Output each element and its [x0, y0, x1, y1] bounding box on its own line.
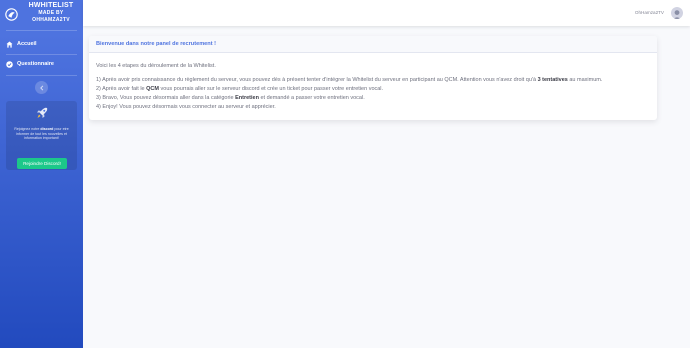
check-circle-icon [6, 60, 13, 68]
intro-text: Voici les 4 etapes du déroulement de la … [96, 63, 216, 69]
user-name[interactable]: OhHamza2TV [635, 10, 664, 15]
brand-text: HWHITELIST MADE BY OHHAMZA2TV [22, 2, 80, 25]
sidebar: HWHITELIST MADE BY OHHAMZA2TV Accueil Qu… [0, 0, 83, 348]
home-icon [6, 40, 13, 48]
sidebar-item-accueil[interactable]: Accueil [0, 37, 83, 51]
sidebar-toggle-button[interactable] [35, 81, 48, 94]
sidebar-item-label: Accueil [17, 41, 37, 47]
rocket-icon [37, 107, 48, 118]
sidebar-item-questionnaire[interactable]: Questionnaire [0, 57, 83, 71]
step-2: 2) Après avoir fait le QCM vous pourrais… [96, 86, 384, 92]
card-body: Voici les 4 etapes du déroulement de la … [96, 62, 652, 112]
logo-icon [5, 8, 18, 21]
welcome-card: Bienvenue dans notre panel de recrutemen… [89, 36, 657, 120]
user-icon [673, 10, 681, 19]
step-3: 3) Bravo, Vous pouvez désormais aller da… [96, 95, 365, 101]
sidebar-divider [6, 30, 77, 31]
sidebar-brand[interactable]: HWHITELIST MADE BY OHHAMZA2TV [0, 2, 83, 26]
sidebar-item-label: Questionnaire [17, 61, 54, 67]
card-title: Bienvenue dans notre panel de recrutemen… [96, 41, 216, 47]
brand-title: HWHITELIST [28, 2, 74, 9]
sidebar-divider [6, 75, 77, 76]
sidebar-card-text: Rejoignez notre discord pour etre inform… [14, 127, 69, 141]
step-1: 1) Après avoir pris connaissance du règl… [96, 77, 603, 83]
brand-author: OHHAMZA2TV [32, 17, 70, 23]
sidebar-divider [6, 54, 77, 55]
topbar: OhHamza2TV [83, 0, 690, 26]
brand-subtitle: MADE BY [38, 9, 64, 16]
step-4: 4) Enjoy! Vous pouvez désormais vous con… [96, 104, 276, 110]
chevron-left-icon [39, 85, 43, 90]
card-header: Bienvenue dans notre panel de recrutemen… [89, 36, 657, 53]
join-discord-button[interactable]: Rejoindre Discord! [17, 158, 67, 169]
avatar[interactable] [671, 7, 683, 19]
